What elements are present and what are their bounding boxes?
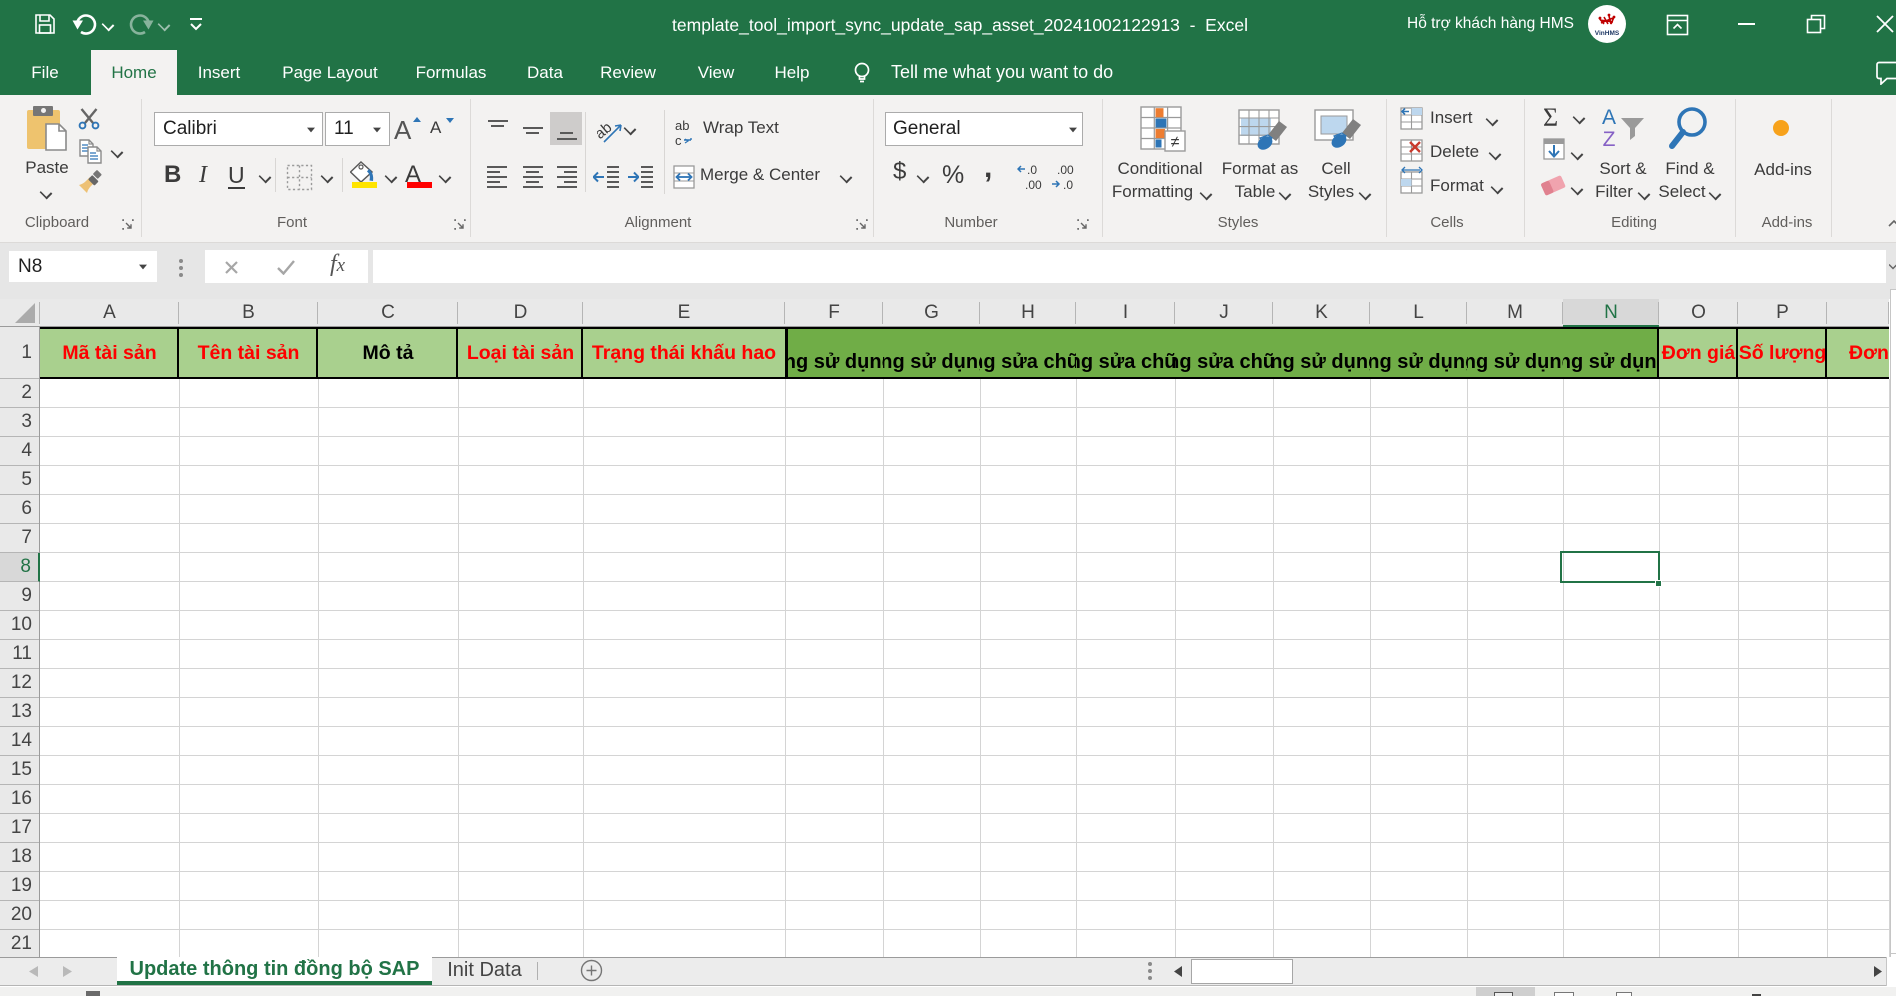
svg-text:c: c <box>675 133 682 148</box>
svg-text:ab: ab <box>675 118 689 133</box>
svg-text:.00: .00 <box>1057 163 1074 177</box>
svg-text:.00: .00 <box>1025 178 1042 191</box>
svg-text:A: A <box>1602 106 1616 129</box>
svg-text:Z: Z <box>1603 128 1616 151</box>
svg-text:VinHMS: VinHMS <box>1595 30 1620 37</box>
svg-text:.0: .0 <box>1027 163 1037 177</box>
svg-text:≠: ≠ <box>1171 134 1180 151</box>
svg-text:.0: .0 <box>1063 178 1073 191</box>
